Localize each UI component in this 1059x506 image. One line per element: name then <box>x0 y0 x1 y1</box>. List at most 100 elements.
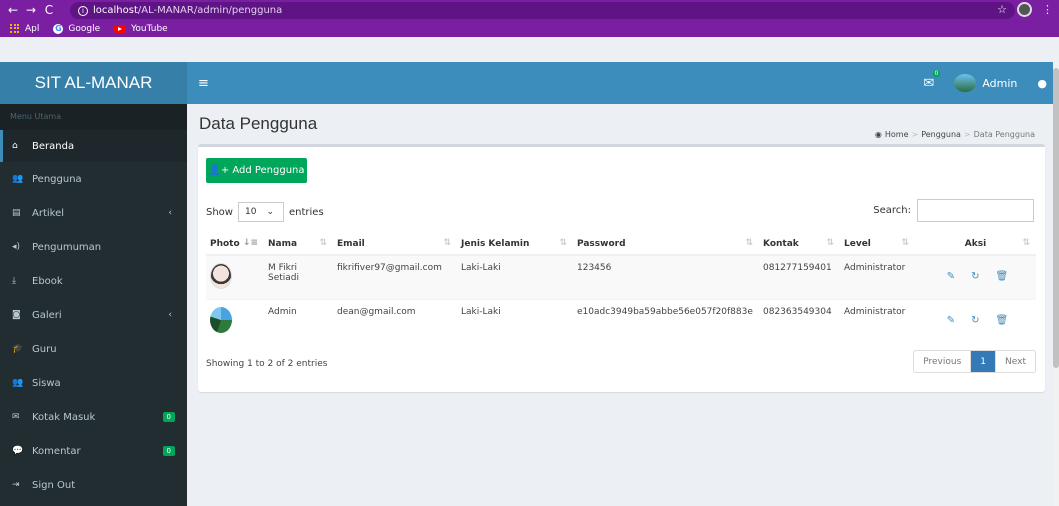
comments-icon: 💬 <box>12 446 24 456</box>
camera-icon: ◙ <box>12 310 21 320</box>
star-icon[interactable]: ☆ <box>997 3 1007 16</box>
reload-icon[interactable]: C <box>40 3 58 17</box>
email-cell: dean@gmail.com <box>333 298 457 343</box>
sidebar-item-galeri[interactable]: ◙ Galeri ‹ <box>0 298 187 332</box>
sort-icon: ⇅ <box>826 238 834 248</box>
password-cell: 123456 <box>573 254 759 299</box>
page-top-gap <box>0 37 1059 62</box>
photo-cell <box>206 254 264 299</box>
sidebar-item-label: Ebook <box>32 275 63 287</box>
aksi-cell: ✎ ↻ 🗑 <box>915 298 1036 343</box>
pagination-next[interactable]: Next <box>996 351 1035 372</box>
column-header-aksi[interactable]: Aksi ⇅ <box>915 233 1036 256</box>
column-header-nama[interactable]: Nama ⇅ <box>264 233 333 256</box>
chevron-down-icon: ⌄ <box>266 207 274 217</box>
sidebar-item-label: Pengumuman <box>32 241 102 253</box>
refresh-icon[interactable]: ↻ <box>971 315 979 326</box>
add-pengguna-button[interactable]: 👤+ Add Pengguna <box>206 158 307 183</box>
sidebar-section-label: Menu Utama <box>0 104 187 130</box>
column-header-email[interactable]: Email ⇅ <box>333 233 457 256</box>
breadcrumb-pengguna[interactable]: Pengguna <box>921 130 961 139</box>
address-bar[interactable]: i localhost/AL-MANAR/admin/pengguna <box>70 2 1015 19</box>
sidebar-item-beranda[interactable]: ⌂ Beranda <box>0 130 187 162</box>
settings-icon[interactable]: ● <box>1037 77 1047 90</box>
photo-cell <box>206 298 264 343</box>
avatar[interactable] <box>954 74 977 92</box>
jenis-kelamin-cell: Laki-Laki <box>457 298 573 343</box>
table-info: Showing 1 to 2 of 2 entries <box>206 359 328 369</box>
sort-icon: ⇅ <box>443 238 451 248</box>
data-box: 👤+ Add Pengguna Show 10 ⌄ entries Search… <box>198 144 1045 392</box>
add-button-label: Add Pengguna <box>232 165 305 176</box>
refresh-icon[interactable]: ↻ <box>971 271 979 282</box>
scrollbar-thumb[interactable] <box>1053 68 1059 368</box>
edit-pencil-icon[interactable]: ✎ <box>947 315 955 326</box>
sidebar-item-kotak-masuk[interactable]: ✉ Kotak Masuk 0 <box>0 400 187 434</box>
menu-dots-icon[interactable]: ⋮ <box>1042 3 1053 16</box>
graduation-cap-icon: 🎓 <box>12 344 24 354</box>
user-photo <box>210 263 232 289</box>
edit-pencil-icon[interactable]: ✎ <box>947 271 955 282</box>
search-label: Search: <box>873 205 911 216</box>
apps-grid-icon <box>10 23 20 34</box>
bookmark-youtube[interactable]: YouTube <box>114 24 168 34</box>
breadcrumb-home[interactable]: Home <box>885 130 909 139</box>
column-header-photo[interactable]: Photo ↓≡ <box>206 233 264 256</box>
bookmark-label: YouTube <box>131 23 168 34</box>
sidebar-item-pengguna[interactable]: 👥 Pengguna <box>0 162 187 196</box>
sidebar-item-label: Siswa <box>32 377 61 389</box>
sidebar-item-komentar[interactable]: 💬 Komentar 0 <box>0 434 187 468</box>
sort-icon: ⇅ <box>1022 238 1030 248</box>
forward-arrow-icon[interactable]: → <box>22 3 40 17</box>
pagination-page-1[interactable]: 1 <box>971 351 997 372</box>
bookmark-google[interactable]: G Google <box>53 23 100 34</box>
kontak-cell: 081277159401 <box>759 254 840 299</box>
page-title: Data Pengguna <box>199 114 318 133</box>
bookmark-label: Apl <box>25 23 40 34</box>
level-cell: Administrator <box>840 254 915 299</box>
pagination-previous[interactable]: Previous <box>914 351 972 372</box>
sort-icon: ⇅ <box>901 238 909 248</box>
column-header-password[interactable]: Password ⇅ <box>573 233 759 256</box>
nama-cell: M Fikri Setiadi <box>264 254 333 299</box>
info-icon[interactable]: i <box>78 5 88 16</box>
sign-out-icon: ⇥ <box>12 480 20 490</box>
sort-icon: ⇅ <box>319 238 327 248</box>
column-header-kontak[interactable]: Kontak ⇅ <box>759 233 840 256</box>
mail-badge: 0 <box>932 69 941 77</box>
youtube-icon <box>114 24 127 33</box>
user-name[interactable]: Admin <box>982 77 1017 90</box>
sort-icon: ⇅ <box>559 238 567 248</box>
sidebar-item-guru[interactable]: 🎓 Guru <box>0 332 187 366</box>
back-arrow-icon[interactable]: ← <box>4 3 22 17</box>
sidebar-item-siswa[interactable]: 👥 Siswa <box>0 366 187 400</box>
kontak-cell: 082363549304 <box>759 298 840 343</box>
search-input[interactable] <box>917 199 1034 222</box>
sidebar-item-label: Komentar <box>32 445 81 457</box>
hamburger-menu-icon[interactable]: ≡ <box>198 76 209 91</box>
email-cell: fikrifiver97@gmail.com <box>333 254 457 299</box>
sidebar-item-ebook[interactable]: ⤓ Ebook <box>0 264 187 298</box>
trash-icon[interactable]: 🗑 <box>996 271 1009 282</box>
brand-logo[interactable]: SIT AL-MANAR <box>0 62 187 104</box>
entries-length-value: 10 <box>244 207 257 217</box>
bookmarks-bar: Apl G Google YouTube <box>0 20 1059 37</box>
jenis-kelamin-cell: Laki-Laki <box>457 254 573 299</box>
sidebar-item-sign-out[interactable]: ⇥ Sign Out <box>0 468 187 502</box>
entries-length-select[interactable]: 10 ⌄ <box>237 202 284 222</box>
level-cell: Administrator <box>840 298 915 343</box>
sidebar-item-label: Galeri <box>32 309 62 321</box>
main-content: Data Pengguna ◉ Home > Pengguna > Data P… <box>187 104 1059 506</box>
sidebar-item-pengumuman[interactable]: ◂) Pengumuman <box>0 230 187 264</box>
column-header-jenis-kelamin[interactable]: Jenis Kelamin ⇅ <box>457 233 573 256</box>
bookmark-apps[interactable]: Apl <box>10 23 40 34</box>
profile-avatar[interactable] <box>1017 2 1032 17</box>
trash-icon[interactable]: 🗑 <box>996 315 1009 326</box>
mail-notification[interactable]: ✉ 0 <box>923 69 941 91</box>
password-cell: e10adc3949ba59abbe56e057f20f883e <box>573 298 759 343</box>
sidebar-item-artikel[interactable]: ▤ Artikel ‹ <box>0 196 187 230</box>
entries-label: entries <box>288 206 324 218</box>
table-row: M Fikri Setiadi fikrifiver97@gmail.com L… <box>206 254 1036 299</box>
users-table: Photo ↓≡ Nama ⇅ Email ⇅ Jenis Kelamin ⇅ Pass… <box>206 233 1036 343</box>
column-header-level[interactable]: Level ⇅ <box>840 233 915 256</box>
